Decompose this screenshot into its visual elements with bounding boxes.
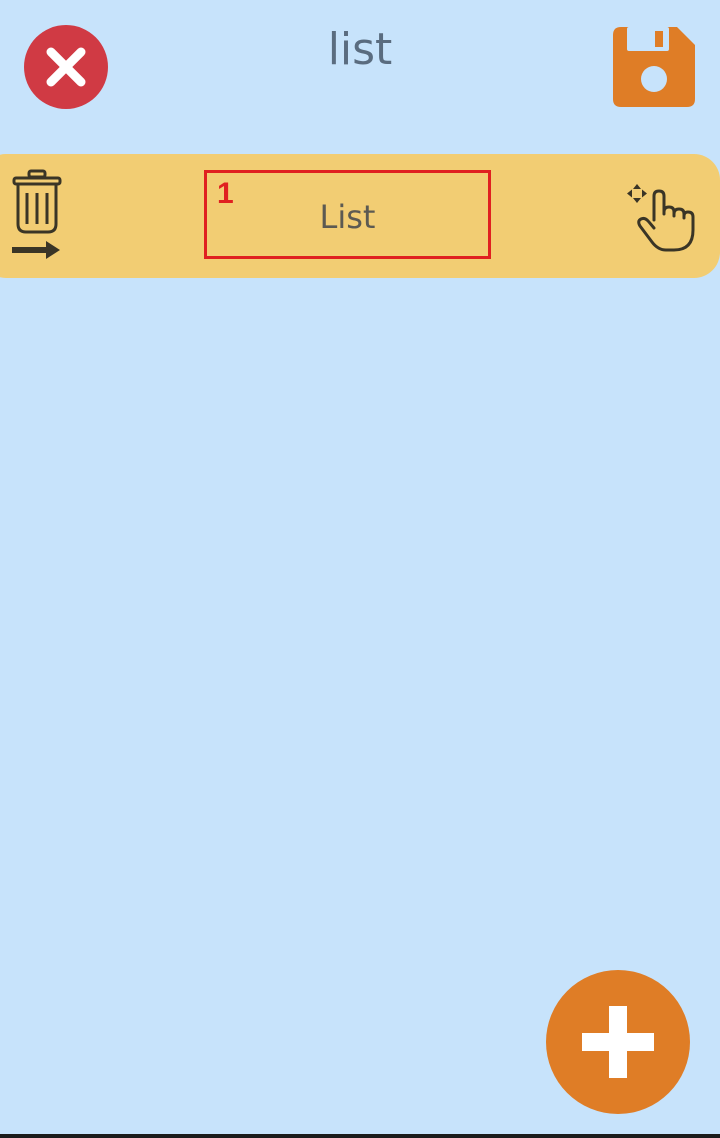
add-item-button[interactable]	[546, 970, 690, 1114]
delete-item-button[interactable]	[10, 168, 70, 264]
list-item[interactable]: 1 List	[0, 154, 720, 278]
item-label: List	[319, 198, 376, 236]
page-title: list	[327, 24, 393, 75]
drag-handle[interactable]	[624, 180, 698, 254]
trash-arrow-icon	[12, 169, 62, 259]
close-button[interactable]	[24, 25, 108, 109]
drag-hand-icon	[627, 184, 695, 252]
plus-icon	[582, 1006, 654, 1078]
bottom-divider	[0, 1134, 720, 1138]
item-label-field[interactable]: 1 List	[204, 170, 491, 259]
close-icon	[46, 47, 86, 87]
floppy-disk-icon	[613, 27, 695, 107]
save-button[interactable]	[613, 27, 695, 107]
